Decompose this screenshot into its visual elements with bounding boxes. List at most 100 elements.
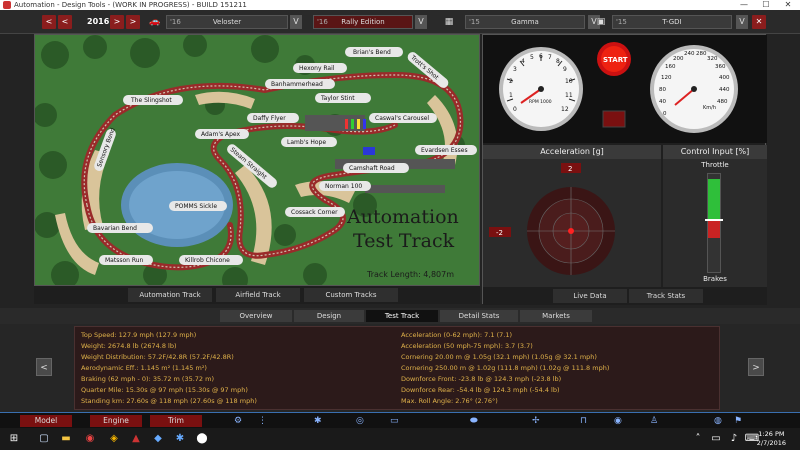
nav-model[interactable]: Model <box>20 415 72 427</box>
close-designer-button[interactable]: ✕ <box>752 15 766 29</box>
stat-aero-eff: Aerodynamic Eff.: 1.145 m² (1.145 m²) <box>81 364 207 372</box>
stat-downforce-rear: Downforce Rear: -54.4 lb @ 124.3 mph (-5… <box>401 386 560 394</box>
gearbox-icon[interactable]: ⚙ <box>234 415 242 427</box>
battery-icon[interactable]: ▭ <box>708 431 724 447</box>
interior-icon[interactable]: ⊓ <box>580 415 587 427</box>
svg-text:Km/h: Km/h <box>703 105 716 111</box>
track-label-taylor-stint: Taylor Stint <box>320 95 355 102</box>
model-field[interactable]: '16 Veloster <box>166 15 288 29</box>
main-area: Automation Test Track Track Length: 4,80… <box>0 34 800 308</box>
svg-text:400: 400 <box>719 75 730 81</box>
app-icon-2[interactable]: ◈ <box>106 431 122 447</box>
stats-prev-button[interactable]: < <box>36 358 52 376</box>
tab-overview[interactable]: Overview <box>220 310 292 322</box>
nav-engine[interactable]: Engine <box>90 415 142 427</box>
drivetrain-icon[interactable]: ⋮ <box>258 415 267 427</box>
svg-text:1: 1 <box>509 92 513 99</box>
custom-tracks-button[interactable]: Custom Tracks <box>304 288 398 302</box>
suspension-icon[interactable]: ✱ <box>314 415 322 427</box>
fan-icon[interactable]: ✢ <box>532 415 540 427</box>
car-body-icon: 🚗 <box>149 17 161 27</box>
automation-track-button[interactable]: Automation Track <box>128 288 212 302</box>
live-data-button[interactable]: Live Data <box>553 289 627 303</box>
body-icon[interactable]: ▭ <box>390 415 399 427</box>
prev-year-button[interactable]: < <box>58 15 72 29</box>
minimize-button[interactable]: — <box>733 0 755 10</box>
tab-markets[interactable]: Markets <box>520 310 592 322</box>
stats-next-button[interactable]: > <box>748 358 764 376</box>
svg-text:280: 280 <box>696 51 707 57</box>
tab-test-track[interactable]: Test Track <box>366 310 438 322</box>
chrome-icon[interactable]: ◉ <box>82 431 98 447</box>
track-label-camshaft-road: Camshaft Road <box>349 165 395 172</box>
stat-cornering-250: Cornering 250.00 m @ 1.02g (111.8 mph) (… <box>401 364 610 372</box>
svg-text:5: 5 <box>530 54 534 61</box>
accel-top-value: 2 <box>568 165 572 173</box>
engine-variant-dropdown-button[interactable]: V <box>736 15 748 29</box>
stat-braking: Braking (62 mph - 0): 35.72 m (35.72 m) <box>81 375 215 383</box>
car-icon[interactable]: ⬬ <box>470 415 478 427</box>
engine-variant-field[interactable]: '15 T-GDI <box>612 15 732 29</box>
track-label-lambs-hope: Lamb's Hope <box>287 139 326 146</box>
task-view-icon[interactable]: ▢ <box>36 431 52 447</box>
model-dropdown-button[interactable]: V <box>290 15 302 29</box>
app-icon-3[interactable]: ▲ <box>128 431 144 447</box>
engine-family-field[interactable]: '15 Gamma <box>465 15 585 29</box>
airfield-track-button[interactable]: Airfield Track <box>216 288 300 302</box>
svg-text:6: 6 <box>539 53 543 60</box>
steering-icon[interactable]: ◉ <box>614 415 622 427</box>
designer-nav: Model Engine Trim ⚙ ⋮ ✱ ◎ ▭ ⬬ ✢ ⊓ ◉ ♙ ◍ … <box>0 412 800 428</box>
volume-icon[interactable]: ♪ <box>726 431 742 447</box>
track-label-slingshot: The Slingshot <box>130 97 172 104</box>
system-clock[interactable]: 1:26 PM 2/7/2016 <box>757 430 786 448</box>
warning-light <box>602 110 626 128</box>
file-explorer-icon[interactable]: ▬ <box>58 431 74 447</box>
svg-text:2: 2 <box>509 78 513 85</box>
stat-max-roll: Max. Roll Angle: 2.76° (2.76°) <box>401 397 498 405</box>
windows-start-icon[interactable]: ⊞ <box>6 431 22 447</box>
app-icon-5[interactable]: ✱ <box>172 431 188 447</box>
track-map-graphic: Automation Test Track Track Length: 4,80… <box>35 35 479 285</box>
tab-design[interactable]: Design <box>294 310 364 322</box>
finish-flag-icon[interactable]: ⚑ <box>734 415 742 427</box>
app-icon-4[interactable]: ◆ <box>150 431 166 447</box>
next-next-button[interactable]: > <box>126 15 140 29</box>
prev-prev-button[interactable]: < <box>42 15 56 29</box>
track-label-adams-apex: Adam's Apex <box>201 131 241 138</box>
control-input-title: Control Input [%] <box>663 145 767 159</box>
track-label-caswals-carousel: Caswal's Carousel <box>375 115 429 122</box>
wheels-icon[interactable]: ◎ <box>356 415 364 427</box>
tab-detail-stats[interactable]: Detail Stats <box>440 310 518 322</box>
maximize-button[interactable]: ☐ <box>755 0 777 10</box>
track-label-hexony: Hexony Rail <box>299 65 335 72</box>
acceleration-panel: Acceleration [g] 2 -2 <box>483 145 661 287</box>
track-stats-button[interactable]: Track Stats <box>629 289 703 303</box>
next-year-button[interactable]: > <box>110 15 124 29</box>
track-label-daffy-flyer: Daffy Flyer <box>253 115 286 122</box>
trim-field[interactable]: '16 Rally Edition <box>313 15 413 29</box>
svg-text:40: 40 <box>659 99 666 105</box>
svg-text:9: 9 <box>563 66 567 73</box>
model-year: 2016 <box>87 17 110 26</box>
control-input-panel: Control Input [%] Throttle Brakes <box>663 145 767 287</box>
tray-chevron-icon[interactable]: ˄ <box>690 431 706 447</box>
stat-weight-distribution: Weight Distribution: 57.2F/42.8R (57.2F/… <box>81 353 234 361</box>
car-selector-bar: < < 2016 > > 🚗 '16 Veloster V '16 Rally … <box>0 10 800 34</box>
svg-text:0: 0 <box>513 106 517 113</box>
stats-area: < Top Speed: 127.9 mph (127.9 mph) Weigh… <box>0 324 800 412</box>
throttle-bar <box>708 179 720 220</box>
nav-trim[interactable]: Trim <box>150 415 202 427</box>
start-control[interactable]: START <box>597 42 631 76</box>
start-label[interactable]: START <box>603 56 628 64</box>
app-icon <box>3 1 11 9</box>
car-marker <box>363 147 375 155</box>
svg-text:RPM 1000: RPM 1000 <box>529 99 552 105</box>
wheel-icon[interactable]: ◍ <box>714 415 722 427</box>
input-bars <box>705 173 723 273</box>
safety-icon[interactable]: ♙ <box>650 415 658 427</box>
window-close-button[interactable]: ✕ <box>777 0 799 10</box>
trim-dropdown-button[interactable]: V <box>415 15 427 29</box>
app-icon-6[interactable]: ⬤ <box>194 431 210 447</box>
gauges-panel: 01 23 45 67 89 10 11 12 RPM 1000 START 0… <box>483 35 767 143</box>
svg-text:320: 320 <box>707 56 718 62</box>
